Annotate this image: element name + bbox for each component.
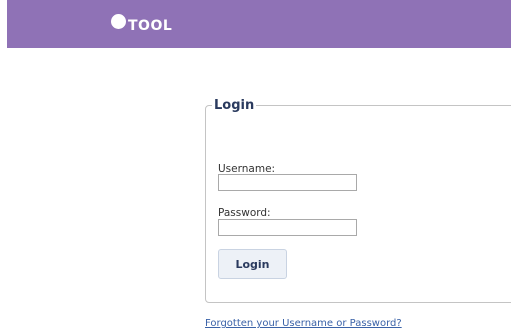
login-page: TOOL Login Username: Password: Login For… xyxy=(0,0,511,332)
username-input[interactable] xyxy=(218,174,357,191)
forgot-credentials-link[interactable]: Forgotten your Username or Password? xyxy=(205,318,402,330)
logo-text: TOOL xyxy=(128,18,173,34)
logo-circle-icon xyxy=(111,14,126,29)
header-bar: TOOL xyxy=(7,0,511,48)
login-button[interactable]: Login xyxy=(218,249,287,279)
password-input[interactable] xyxy=(218,219,357,236)
password-label: Password: xyxy=(218,207,271,219)
login-legend: Login xyxy=(214,98,255,113)
logo: TOOL xyxy=(111,12,191,36)
